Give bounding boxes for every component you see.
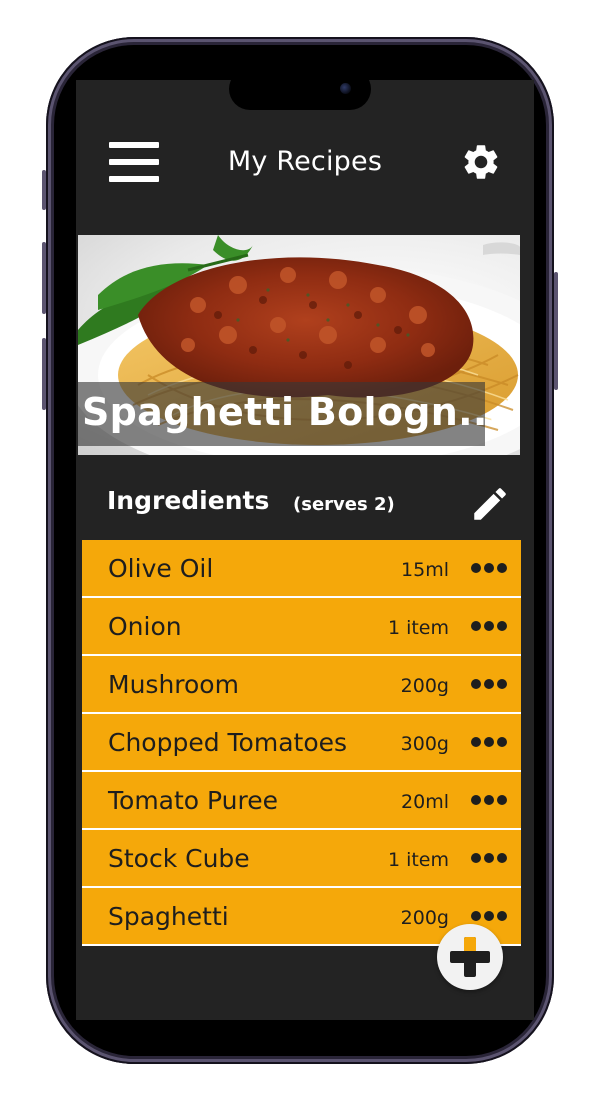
more-options-icon[interactable] [469,616,509,636]
dynamic-island [229,68,371,110]
ingredient-quantity: 20ml [401,791,449,813]
ingredient-quantity: 300g [400,733,449,755]
ingredient-quantity: 200g [400,907,449,929]
ingredients-header: Ingredients (serves 2) [76,458,534,538]
ingredient-quantity: 200g [400,675,449,697]
ingredient-row[interactable]: Onion 1 item [82,598,521,656]
ingredient-row[interactable]: Chopped Tomatoes 300g [82,714,521,772]
ingredient-name: Stock Cube [108,844,250,873]
ingredient-row[interactable]: Olive Oil 15ml [82,540,521,598]
camera-lens [340,83,351,94]
phone-side-button [42,170,46,210]
recipe-title: Spaghetti Bologn... [82,390,503,434]
ingredient-row[interactable]: Stock Cube 1 item [82,830,521,888]
recipe-hero-image: Spaghetti Bologn... [78,235,520,455]
ingredient-name: Chopped Tomatoes [108,728,348,757]
more-options-icon[interactable] [469,558,509,578]
more-options-icon[interactable] [469,790,509,810]
phone-side-button [42,242,46,314]
pencil-icon [474,488,506,520]
phone-side-button [554,272,558,390]
servings-label: (serves 2) [293,494,395,515]
app-screen: My Recipes Spaghetti Bologn... Ingredien… [76,80,534,1020]
add-ingredient-button[interactable] [437,924,503,990]
ingredient-quantity: 15ml [401,559,449,581]
more-options-icon[interactable] [469,848,509,868]
settings-button[interactable] [460,141,502,183]
ingredient-quantity: 1 item [387,617,449,639]
ingredient-row[interactable]: Mushroom 200g [82,656,521,714]
edit-ingredients-button[interactable] [469,483,511,525]
more-options-icon[interactable] [469,906,509,926]
gear-icon [464,145,498,179]
ingredient-row[interactable]: Tomato Puree 20ml [82,772,521,830]
more-options-icon[interactable] [469,732,509,752]
phone-side-button [42,338,46,410]
ingredient-name: Mushroom [108,670,239,699]
ingredient-name: Olive Oil [108,554,214,583]
ingredients-title: Ingredients [107,486,270,515]
ingredient-name: Onion [108,612,182,641]
more-options-icon[interactable] [469,674,509,694]
ingredient-name: Tomato Puree [108,786,279,815]
ingredient-quantity: 1 item [387,849,449,871]
ingredient-name: Spaghetti [108,902,229,931]
ingredient-list: Olive Oil 15ml Onion 1 item Mushroom 200… [82,540,521,946]
